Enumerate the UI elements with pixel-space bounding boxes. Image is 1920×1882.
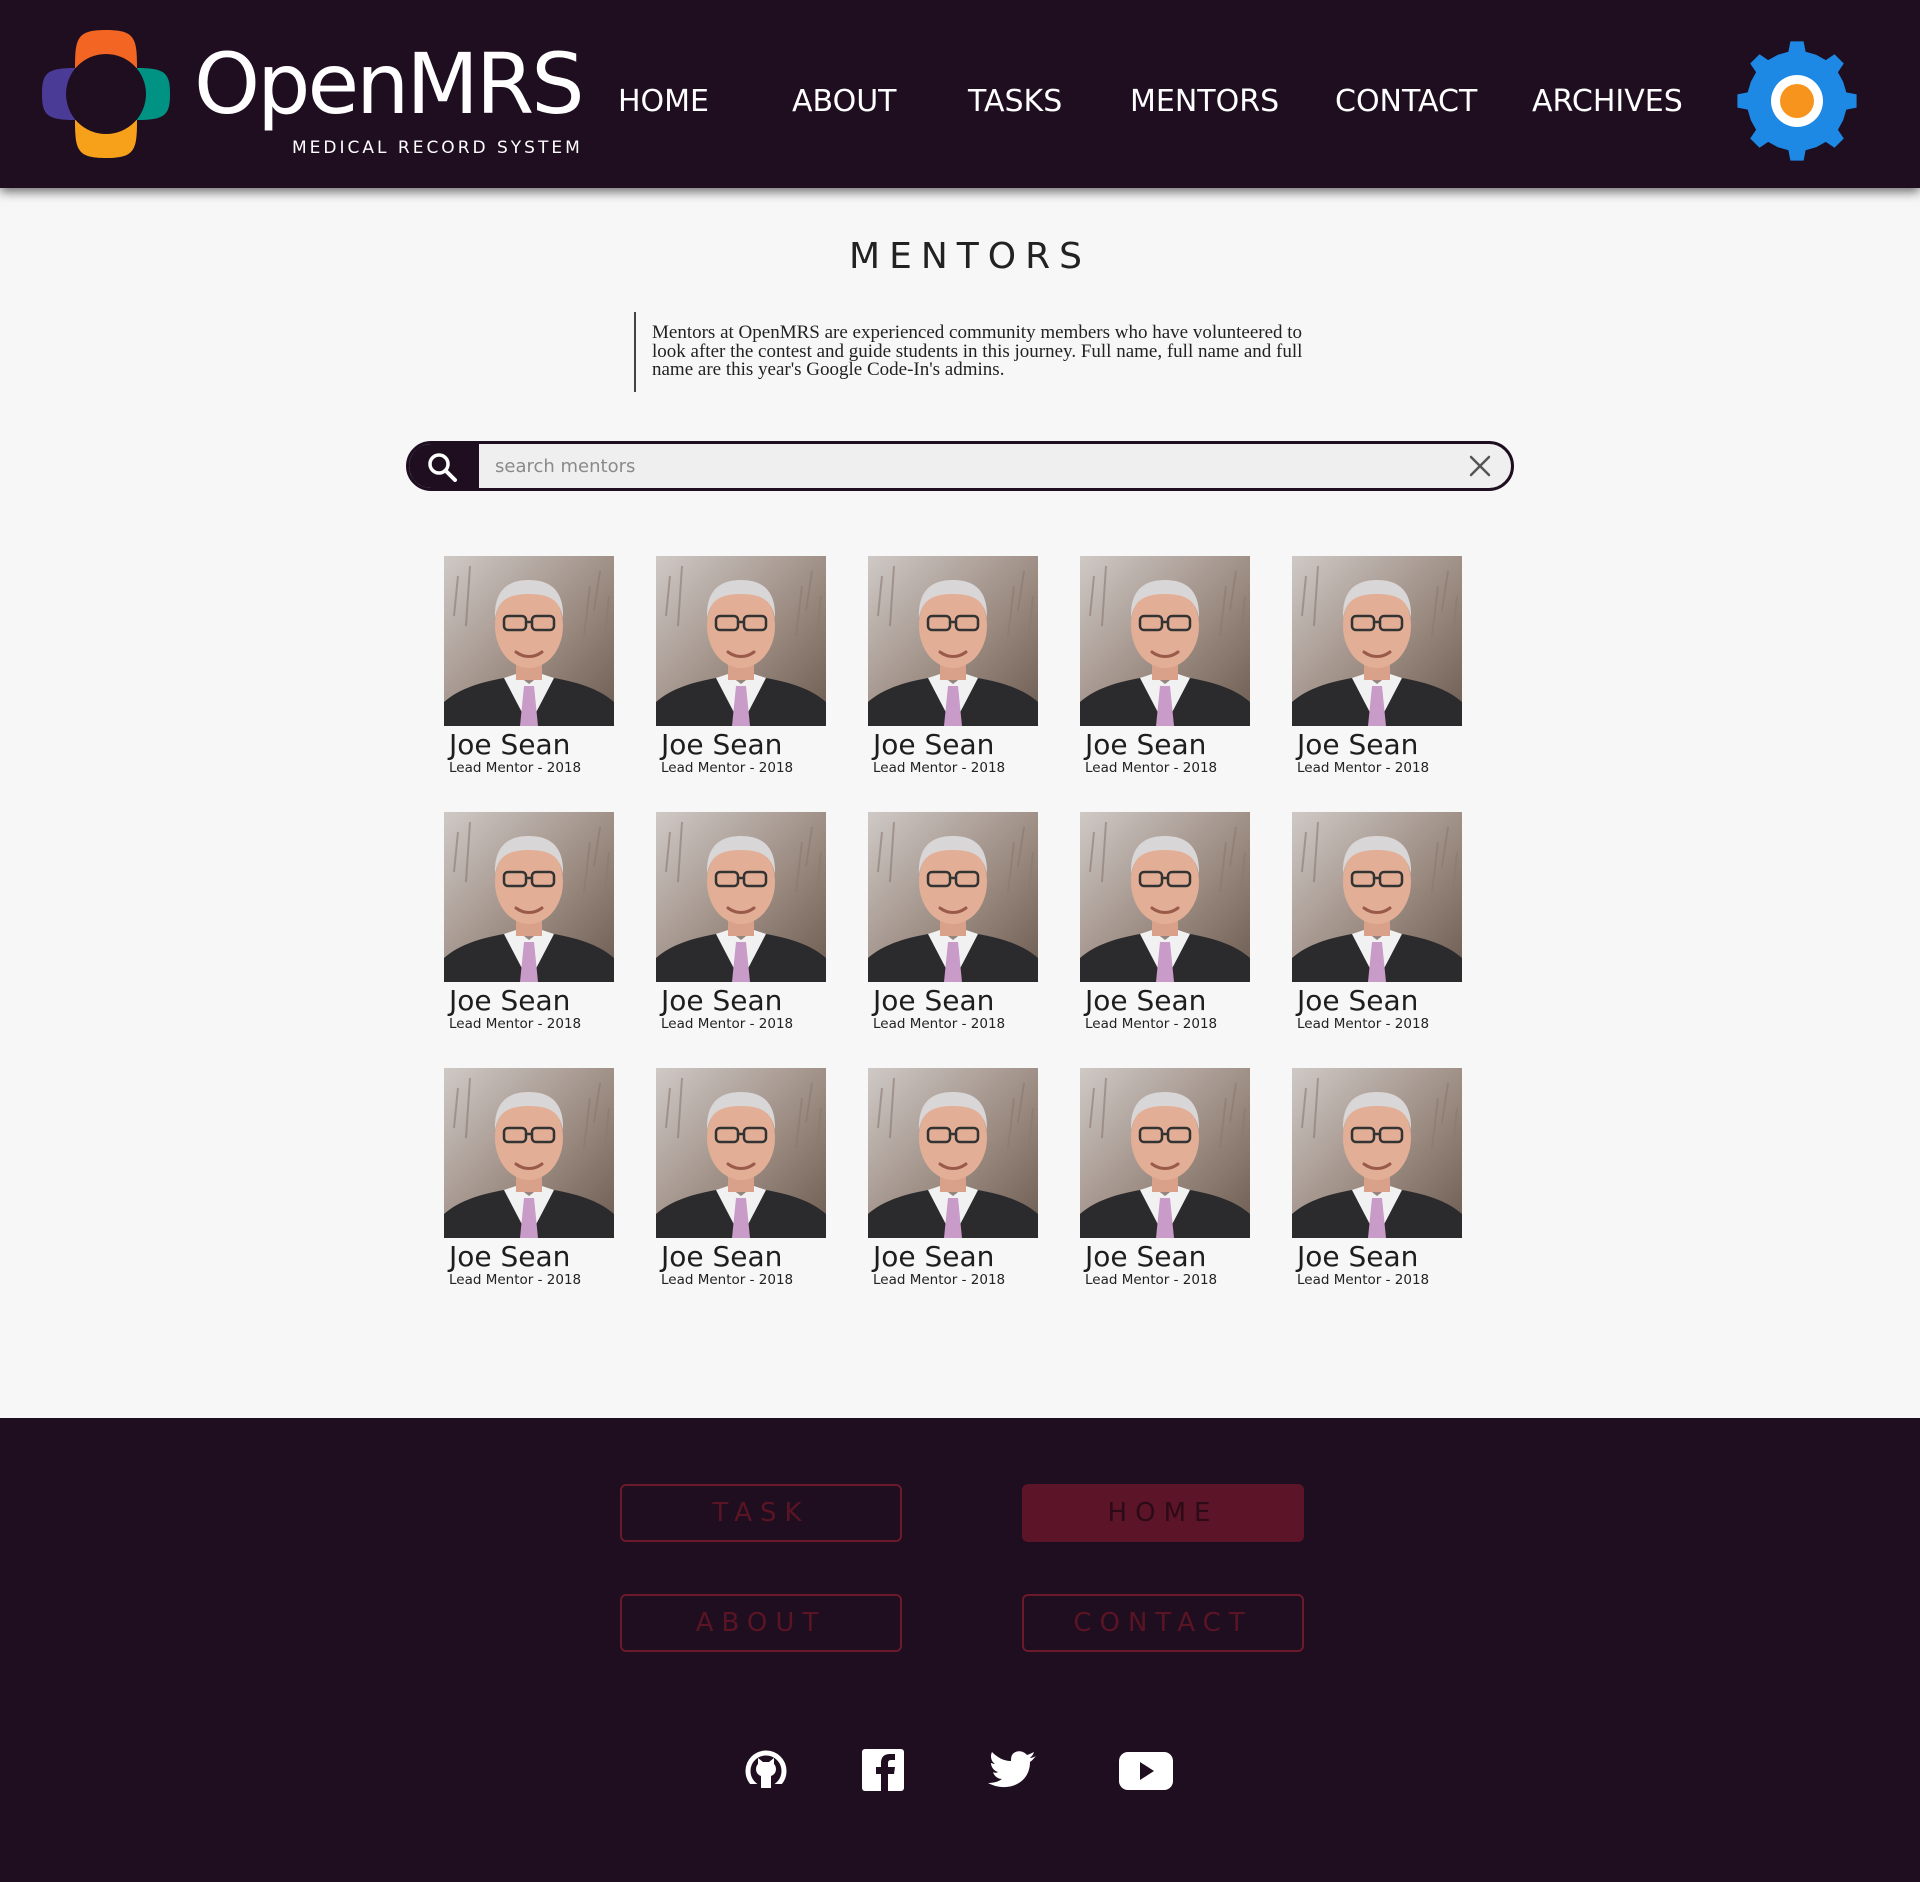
- mentor-photo: [1080, 1068, 1250, 1238]
- mentor-photo: [1292, 1068, 1462, 1238]
- mentor-card[interactable]: Joe Sean Lead Mentor - 2018: [868, 1068, 1040, 1288]
- facebook-icon[interactable]: [854, 1746, 914, 1796]
- mentor-photo: [656, 1068, 826, 1238]
- mentor-role: Lead Mentor - 2018: [449, 760, 582, 776]
- mentor-role: Lead Mentor - 2018: [1085, 760, 1218, 776]
- mentor-card[interactable]: Joe Sean Lead Mentor - 2018: [868, 812, 1040, 1032]
- brand-name: OpenMRS: [194, 35, 585, 133]
- mentor-name: Joe Sean: [449, 984, 571, 1017]
- mentor-role: Lead Mentor - 2018: [1085, 1272, 1218, 1288]
- mentor-card[interactable]: Joe Sean Lead Mentor - 2018: [444, 556, 616, 776]
- footer-contact-button[interactable]: CONTACT: [1022, 1594, 1304, 1652]
- search-bar: [406, 441, 1514, 491]
- search-icon: [428, 453, 457, 482]
- nav-archives[interactable]: ARCHIVES: [1532, 82, 1683, 122]
- close-icon[interactable]: [1467, 453, 1493, 479]
- mentor-card[interactable]: Joe Sean Lead Mentor - 2018: [444, 1068, 616, 1288]
- mentor-photo: [1292, 812, 1462, 982]
- mentor-role: Lead Mentor - 2018: [449, 1016, 582, 1032]
- nav-contact[interactable]: CONTACT: [1335, 82, 1477, 122]
- mentor-name: Joe Sean: [661, 728, 783, 761]
- twitter-icon[interactable]: [984, 1746, 1044, 1796]
- mentor-photo: [868, 556, 1038, 726]
- mentor-photo: [444, 556, 614, 726]
- mentor-photo: [656, 812, 826, 982]
- gear-icon[interactable]: [1734, 38, 1860, 164]
- mentor-card[interactable]: Joe Sean Lead Mentor - 2018: [656, 1068, 828, 1288]
- mentor-name: Joe Sean: [1297, 728, 1419, 761]
- mentor-name: Joe Sean: [873, 728, 995, 761]
- nav-mentors[interactable]: MENTORS: [1130, 82, 1279, 122]
- youtube-icon[interactable]: [1116, 1746, 1176, 1796]
- site-footer: TASK HOME ABOUT CONTACT: [0, 1418, 1920, 1882]
- mentor-name: Joe Sean: [1085, 728, 1207, 761]
- mentor-card[interactable]: Joe Sean Lead Mentor - 2018: [656, 556, 828, 776]
- mentor-role: Lead Mentor - 2018: [1297, 1016, 1430, 1032]
- mentor-role: Lead Mentor - 2018: [873, 760, 1006, 776]
- mentor-card[interactable]: Joe Sean Lead Mentor - 2018: [1080, 812, 1252, 1032]
- mentor-role: Lead Mentor - 2018: [661, 1016, 794, 1032]
- mentor-card[interactable]: Joe Sean Lead Mentor - 2018: [1292, 556, 1464, 776]
- mentor-photo: [1080, 556, 1250, 726]
- mentor-card[interactable]: Joe Sean Lead Mentor - 2018: [444, 812, 616, 1032]
- mentor-role: Lead Mentor - 2018: [1297, 1272, 1430, 1288]
- nav-tasks[interactable]: TASKS: [968, 82, 1062, 122]
- nav-about[interactable]: ABOUT: [792, 82, 896, 122]
- mentor-card[interactable]: Joe Sean Lead Mentor - 2018: [1080, 1068, 1252, 1288]
- site-header: OpenMRS MEDICAL RECORD SYSTEM HOME ABOUT…: [0, 0, 1920, 188]
- footer-task-button[interactable]: TASK: [620, 1484, 902, 1542]
- mentor-card[interactable]: Joe Sean Lead Mentor - 2018: [1080, 556, 1252, 776]
- mentor-name: Joe Sean: [873, 984, 995, 1017]
- mentor-role: Lead Mentor - 2018: [1297, 760, 1430, 776]
- mentor-photo: [868, 812, 1038, 982]
- mentor-name: Joe Sean: [1297, 1240, 1419, 1273]
- openmrs-logo-icon[interactable]: [42, 28, 170, 160]
- mentor-role: Lead Mentor - 2018: [873, 1016, 1006, 1032]
- mentor-card[interactable]: Joe Sean Lead Mentor - 2018: [656, 812, 828, 1032]
- footer-about-button[interactable]: ABOUT: [620, 1594, 902, 1652]
- mentor-role: Lead Mentor - 2018: [873, 1272, 1006, 1288]
- mentor-photo: [1080, 812, 1250, 982]
- mentor-photo: [1292, 556, 1462, 726]
- github-icon[interactable]: [736, 1746, 796, 1796]
- mentor-name: Joe Sean: [873, 1240, 995, 1273]
- mentor-name: Joe Sean: [1297, 984, 1419, 1017]
- mentor-card[interactable]: Joe Sean Lead Mentor - 2018: [1292, 1068, 1464, 1288]
- mentor-photo: [656, 556, 826, 726]
- mentor-name: Joe Sean: [1085, 1240, 1207, 1273]
- mentor-role: Lead Mentor - 2018: [661, 760, 794, 776]
- mentor-photo: [444, 1068, 614, 1238]
- mentor-name: Joe Sean: [661, 1240, 783, 1273]
- search-input[interactable]: [479, 444, 1439, 488]
- brand-tagline: MEDICAL RECORD SYSTEM: [292, 138, 583, 158]
- mentor-photo: [868, 1068, 1038, 1238]
- mentor-card[interactable]: Joe Sean Lead Mentor - 2018: [868, 556, 1040, 776]
- mentor-role: Lead Mentor - 2018: [661, 1272, 794, 1288]
- mentor-photo: [444, 812, 614, 982]
- footer-home-button[interactable]: HOME: [1022, 1484, 1304, 1542]
- mentor-card[interactable]: Joe Sean Lead Mentor - 2018: [1292, 812, 1464, 1032]
- nav-home[interactable]: HOME: [618, 82, 709, 122]
- mentor-name: Joe Sean: [1085, 984, 1207, 1017]
- page-title: MENTORS: [849, 236, 1091, 277]
- mentor-name: Joe Sean: [449, 1240, 571, 1273]
- mentor-name: Joe Sean: [661, 984, 783, 1017]
- mentor-role: Lead Mentor - 2018: [1085, 1016, 1218, 1032]
- intro-text: Mentors at OpenMRS are experienced commu…: [634, 312, 1314, 392]
- mentor-role: Lead Mentor - 2018: [449, 1272, 582, 1288]
- mentor-name: Joe Sean: [449, 728, 571, 761]
- search-button[interactable]: [409, 444, 479, 488]
